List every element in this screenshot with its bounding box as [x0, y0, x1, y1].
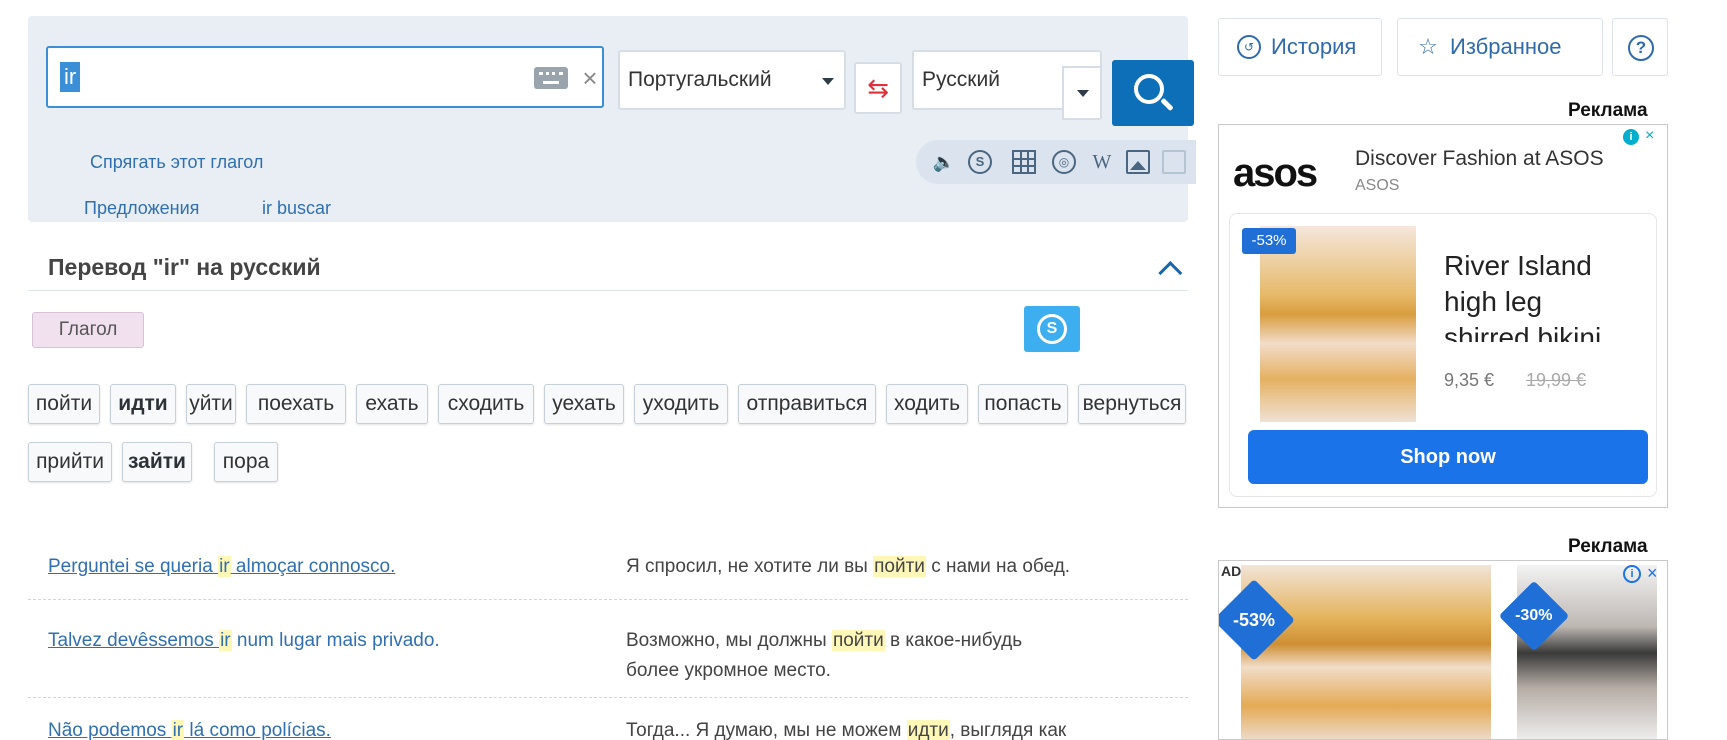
- product-image[interactable]: [1260, 226, 1416, 422]
- tools-bar: 🔈 S ◎ W: [916, 140, 1196, 184]
- example-link[interactable]: lá como polícias.: [184, 720, 331, 740]
- translation-chip[interactable]: ехать: [356, 384, 428, 424]
- part-of-speech-badge: Глагол: [32, 312, 144, 348]
- swap-icon: ⇆: [867, 73, 889, 103]
- divider: [28, 290, 1188, 291]
- search-panel: ir × Португальский ⇆ Русский Спрягать эт…: [28, 16, 1196, 222]
- globe-icon[interactable]: ◎: [1052, 150, 1076, 174]
- example-highlight[interactable]: идти: [906, 720, 950, 740]
- example-highlight: ir: [218, 556, 231, 577]
- product-image[interactable]: [1241, 565, 1491, 739]
- history-label: История: [1271, 34, 1357, 59]
- example-row: Perguntei se queria ir almoçar connosco.…: [28, 540, 1188, 600]
- example-link[interactable]: Perguntei se queria: [48, 556, 218, 577]
- product-card[interactable]: -53% River Island high leg shirred bikin…: [1229, 213, 1657, 497]
- example-translation-cont: более укромное место.: [626, 660, 831, 681]
- translation-chip[interactable]: идти: [110, 384, 176, 424]
- example-translation: Возможно, мы должны пойти в какое-нибудь: [626, 630, 1023, 651]
- search-box[interactable]: ir ×: [46, 46, 604, 108]
- table-icon[interactable]: [1012, 150, 1036, 174]
- speaker-icon[interactable]: 🔈: [932, 150, 956, 174]
- favorites-label: Избранное: [1450, 34, 1562, 59]
- swap-languages-button[interactable]: ⇆: [854, 62, 902, 114]
- close-icon[interactable]: ×: [1647, 563, 1658, 584]
- translation-chip[interactable]: поехать: [246, 384, 346, 424]
- shop-now-button[interactable]: Shop now: [1248, 430, 1648, 484]
- search-typed-text: ir: [60, 62, 81, 92]
- example-row: Não podemos ir lá como polícias. Тогда..…: [28, 698, 1188, 740]
- translation-chip[interactable]: уехать: [544, 384, 624, 424]
- example-highlight[interactable]: пойти: [873, 556, 926, 577]
- search-icon: [1134, 74, 1164, 104]
- target-language-dropdown-button[interactable]: [1062, 66, 1102, 120]
- ad-brand: ASOS: [1355, 177, 1400, 194]
- ad-info[interactable]: i ×: [1623, 563, 1663, 584]
- skype-icon[interactable]: S: [968, 150, 992, 174]
- source-language-label: Португальский: [628, 68, 772, 91]
- history-icon: ↺: [1237, 35, 1261, 59]
- ad-banner[interactable]: i × asos Discover Fashion at ASOS ASOS -…: [1218, 124, 1668, 508]
- translation-title: Перевод "ir" на русский: [48, 254, 321, 280]
- favorites-button[interactable]: ☆ Избранное: [1397, 18, 1603, 76]
- example-highlight: ir: [219, 630, 232, 651]
- example-row: Talvez devêssemos ir num lugar mais priv…: [28, 600, 1188, 698]
- ad-info[interactable]: i ×: [1623, 127, 1661, 145]
- translation-chip[interactable]: пора: [214, 442, 278, 482]
- example-translation: Я спросил, не хотите ли вы пойти с нами …: [626, 556, 1071, 577]
- translation-chip[interactable]: уходить: [634, 384, 728, 424]
- example-link[interactable]: almoçar connosco.: [231, 556, 395, 577]
- help-icon: ?: [1628, 35, 1654, 61]
- source-language-select[interactable]: Португальский: [618, 50, 846, 110]
- search-input[interactable]: [96, 56, 516, 98]
- chevron-up-icon[interactable]: [1154, 254, 1180, 280]
- example-link[interactable]: Não podemos: [48, 720, 172, 740]
- keyboard-icon[interactable]: [534, 67, 568, 89]
- suggestion-link[interactable]: ir buscar: [262, 198, 331, 219]
- close-icon[interactable]: ×: [1645, 127, 1654, 145]
- ad-headline[interactable]: Discover Fashion at ASOS: [1355, 147, 1604, 171]
- search-button[interactable]: [1112, 60, 1194, 126]
- example-highlight[interactable]: пойти: [831, 630, 885, 651]
- skype-icon: S: [1037, 314, 1067, 344]
- ad-tag: AD: [1221, 563, 1242, 579]
- price-new: 9,35 €: [1444, 370, 1495, 390]
- suggestion-link[interactable]: Предложения: [84, 198, 199, 219]
- translation-chip[interactable]: сходить: [438, 384, 534, 424]
- translation-chip[interactable]: пойти: [28, 384, 100, 424]
- info-icon[interactable]: i: [1623, 129, 1639, 145]
- brand-logo: asos: [1233, 151, 1318, 195]
- book-icon[interactable]: [1162, 150, 1186, 174]
- ad-label: Реклама: [1564, 536, 1652, 558]
- skype-button[interactable]: S: [1024, 306, 1080, 352]
- target-language-label: Русский: [922, 68, 1000, 91]
- price-old: 19,99 €: [1526, 370, 1587, 390]
- wikipedia-icon[interactable]: W: [1090, 150, 1114, 174]
- star-icon: ☆: [1418, 34, 1438, 59]
- help-button[interactable]: ?: [1612, 18, 1668, 76]
- example-source: Não podemos ir lá como polícias.: [48, 720, 331, 740]
- info-icon[interactable]: i: [1623, 565, 1641, 583]
- ad-label: Реклама: [1564, 100, 1652, 122]
- image-icon[interactable]: [1126, 150, 1150, 174]
- translation-chip[interactable]: попасть: [978, 384, 1068, 424]
- chevron-down-icon: [822, 78, 834, 85]
- clear-icon[interactable]: ×: [578, 60, 602, 96]
- translation-chip[interactable]: уйти: [186, 384, 236, 424]
- discount-badge: -53%: [1242, 228, 1296, 254]
- example-link[interactable]: Talvez devêssemos: [48, 630, 219, 651]
- translation-chip[interactable]: отправиться: [738, 384, 876, 424]
- translation-chip[interactable]: зайти: [122, 442, 192, 482]
- translation-chip[interactable]: ходить: [886, 384, 968, 424]
- example-source: Talvez devêssemos ir num lugar mais priv…: [48, 630, 440, 651]
- history-button[interactable]: ↺ История: [1218, 18, 1382, 76]
- product-title[interactable]: River Island high leg shirred bikini: [1444, 248, 1624, 342]
- translation-chip[interactable]: вернуться: [1078, 384, 1186, 424]
- example-translation: Тогда... Я думаю, мы не можем идти, выгл…: [626, 720, 1067, 740]
- example-source: Perguntei se queria ir almoçar connosco.: [48, 556, 395, 578]
- example-highlight: ir: [171, 720, 185, 740]
- translation-chip[interactable]: прийти: [28, 442, 112, 482]
- conjugate-verb-link[interactable]: Спрягать этот глагол: [90, 152, 263, 173]
- ad-banner[interactable]: AD -53% -30% i ×: [1218, 560, 1668, 740]
